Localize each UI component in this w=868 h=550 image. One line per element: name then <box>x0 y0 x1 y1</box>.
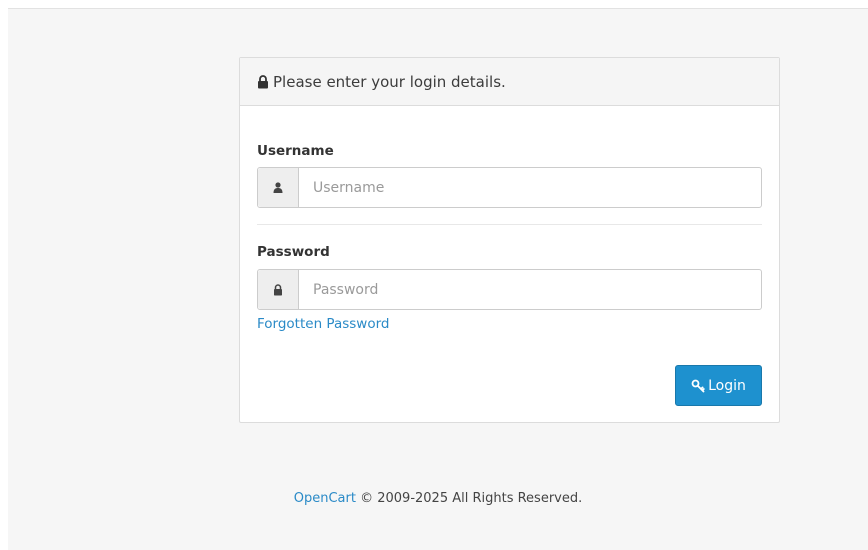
login-panel: Please enter your login details. Usernam… <box>239 57 780 423</box>
footer: OpenCart © 2009-2025 All Rights Reserved… <box>8 491 868 506</box>
user-icon <box>258 168 299 207</box>
username-input[interactable] <box>299 168 761 207</box>
lock-icon <box>258 270 299 309</box>
username-input-group <box>257 167 762 208</box>
opencart-link[interactable]: OpenCart <box>294 491 356 506</box>
password-input-group <box>257 269 762 310</box>
footer-copyright: © 2009-2025 All Rights Reserved. <box>355 491 583 506</box>
password-input[interactable] <box>299 270 761 309</box>
divider <box>257 224 762 225</box>
login-button[interactable]: Login <box>675 365 762 406</box>
login-button-label: Login <box>708 377 746 394</box>
lock-icon <box>257 74 269 89</box>
username-label: Username <box>257 143 334 159</box>
panel-heading: Please enter your login details. <box>240 58 779 106</box>
key-icon <box>691 379 705 393</box>
forgotten-password-link[interactable]: Forgotten Password <box>257 316 389 332</box>
panel-heading-text: Please enter your login details. <box>273 72 506 91</box>
page-background: Please enter your login details. Usernam… <box>8 8 868 550</box>
password-label: Password <box>257 244 330 260</box>
